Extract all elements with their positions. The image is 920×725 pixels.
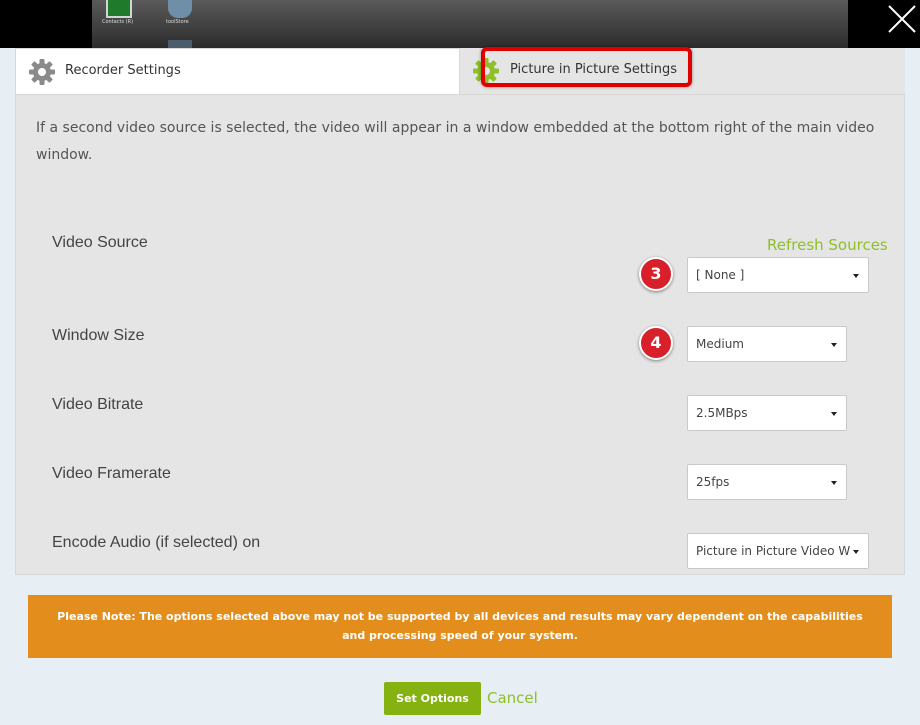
background-video-window (92, 0, 848, 48)
select-value: Medium (696, 337, 744, 351)
video-framerate-select[interactable]: 25fps (687, 464, 847, 500)
cancel-link[interactable]: Cancel (487, 689, 538, 707)
chevron-down-icon (831, 481, 837, 485)
video-source-label: Video Source (52, 234, 148, 251)
select-value: 2.5MBps (696, 406, 748, 420)
select-value: 25fps (696, 475, 730, 489)
intro-text: If a second video source is selected, th… (36, 120, 875, 163)
tab-recorder-settings[interactable]: Recorder Settings (15, 48, 460, 94)
select-value: [ None ] (696, 268, 745, 282)
step-marker-3: 3 (639, 257, 673, 291)
chevron-down-icon (831, 412, 837, 416)
select-value: Picture in Picture Video W (696, 544, 851, 558)
background-icon-caption: Contacts (R) (102, 19, 134, 25)
encode-audio-label: Encode Audio (if selected) on (52, 534, 261, 551)
chevron-down-icon (853, 550, 859, 554)
chevron-down-icon (831, 343, 837, 347)
window-size-label: Window Size (52, 327, 145, 344)
background-icon-caption: toolStore (166, 19, 189, 25)
tab-label: Picture in Picture Settings (510, 62, 677, 77)
video-source-select[interactable]: [ None ] (687, 257, 869, 293)
video-bitrate-select[interactable]: 2.5MBps (687, 395, 847, 431)
set-options-button[interactable]: Set Options (384, 682, 481, 715)
tab-picture-in-picture-settings[interactable]: Picture in Picture Settings (460, 48, 905, 94)
refresh-sources-link[interactable]: Refresh Sources (767, 236, 888, 254)
tab-label: Recorder Settings (65, 63, 181, 78)
settings-dialog: Recorder Settings Picture in Picture Set… (0, 47, 920, 725)
video-framerate-label: Video Framerate (52, 465, 171, 482)
settings-tabs: Recorder Settings Picture in Picture Set… (15, 48, 905, 94)
cloud-app-icon (168, 0, 192, 18)
chevron-down-icon (853, 274, 859, 278)
gear-icon (29, 59, 55, 85)
close-button[interactable] (884, 2, 920, 36)
compatibility-note: Please Note: The options selected above … (28, 595, 892, 658)
window-size-select[interactable]: Medium (687, 326, 847, 362)
encode-audio-select[interactable]: Picture in Picture Video W (687, 533, 869, 569)
background-app-icon (168, 40, 192, 48)
gear-icon (473, 58, 499, 84)
step-marker-4: 4 (639, 326, 673, 360)
video-bitrate-label: Video Bitrate (52, 396, 144, 413)
green-app-icon (106, 0, 132, 18)
pip-settings-panel: If a second video source is selected, th… (15, 94, 905, 575)
close-icon (888, 5, 916, 33)
